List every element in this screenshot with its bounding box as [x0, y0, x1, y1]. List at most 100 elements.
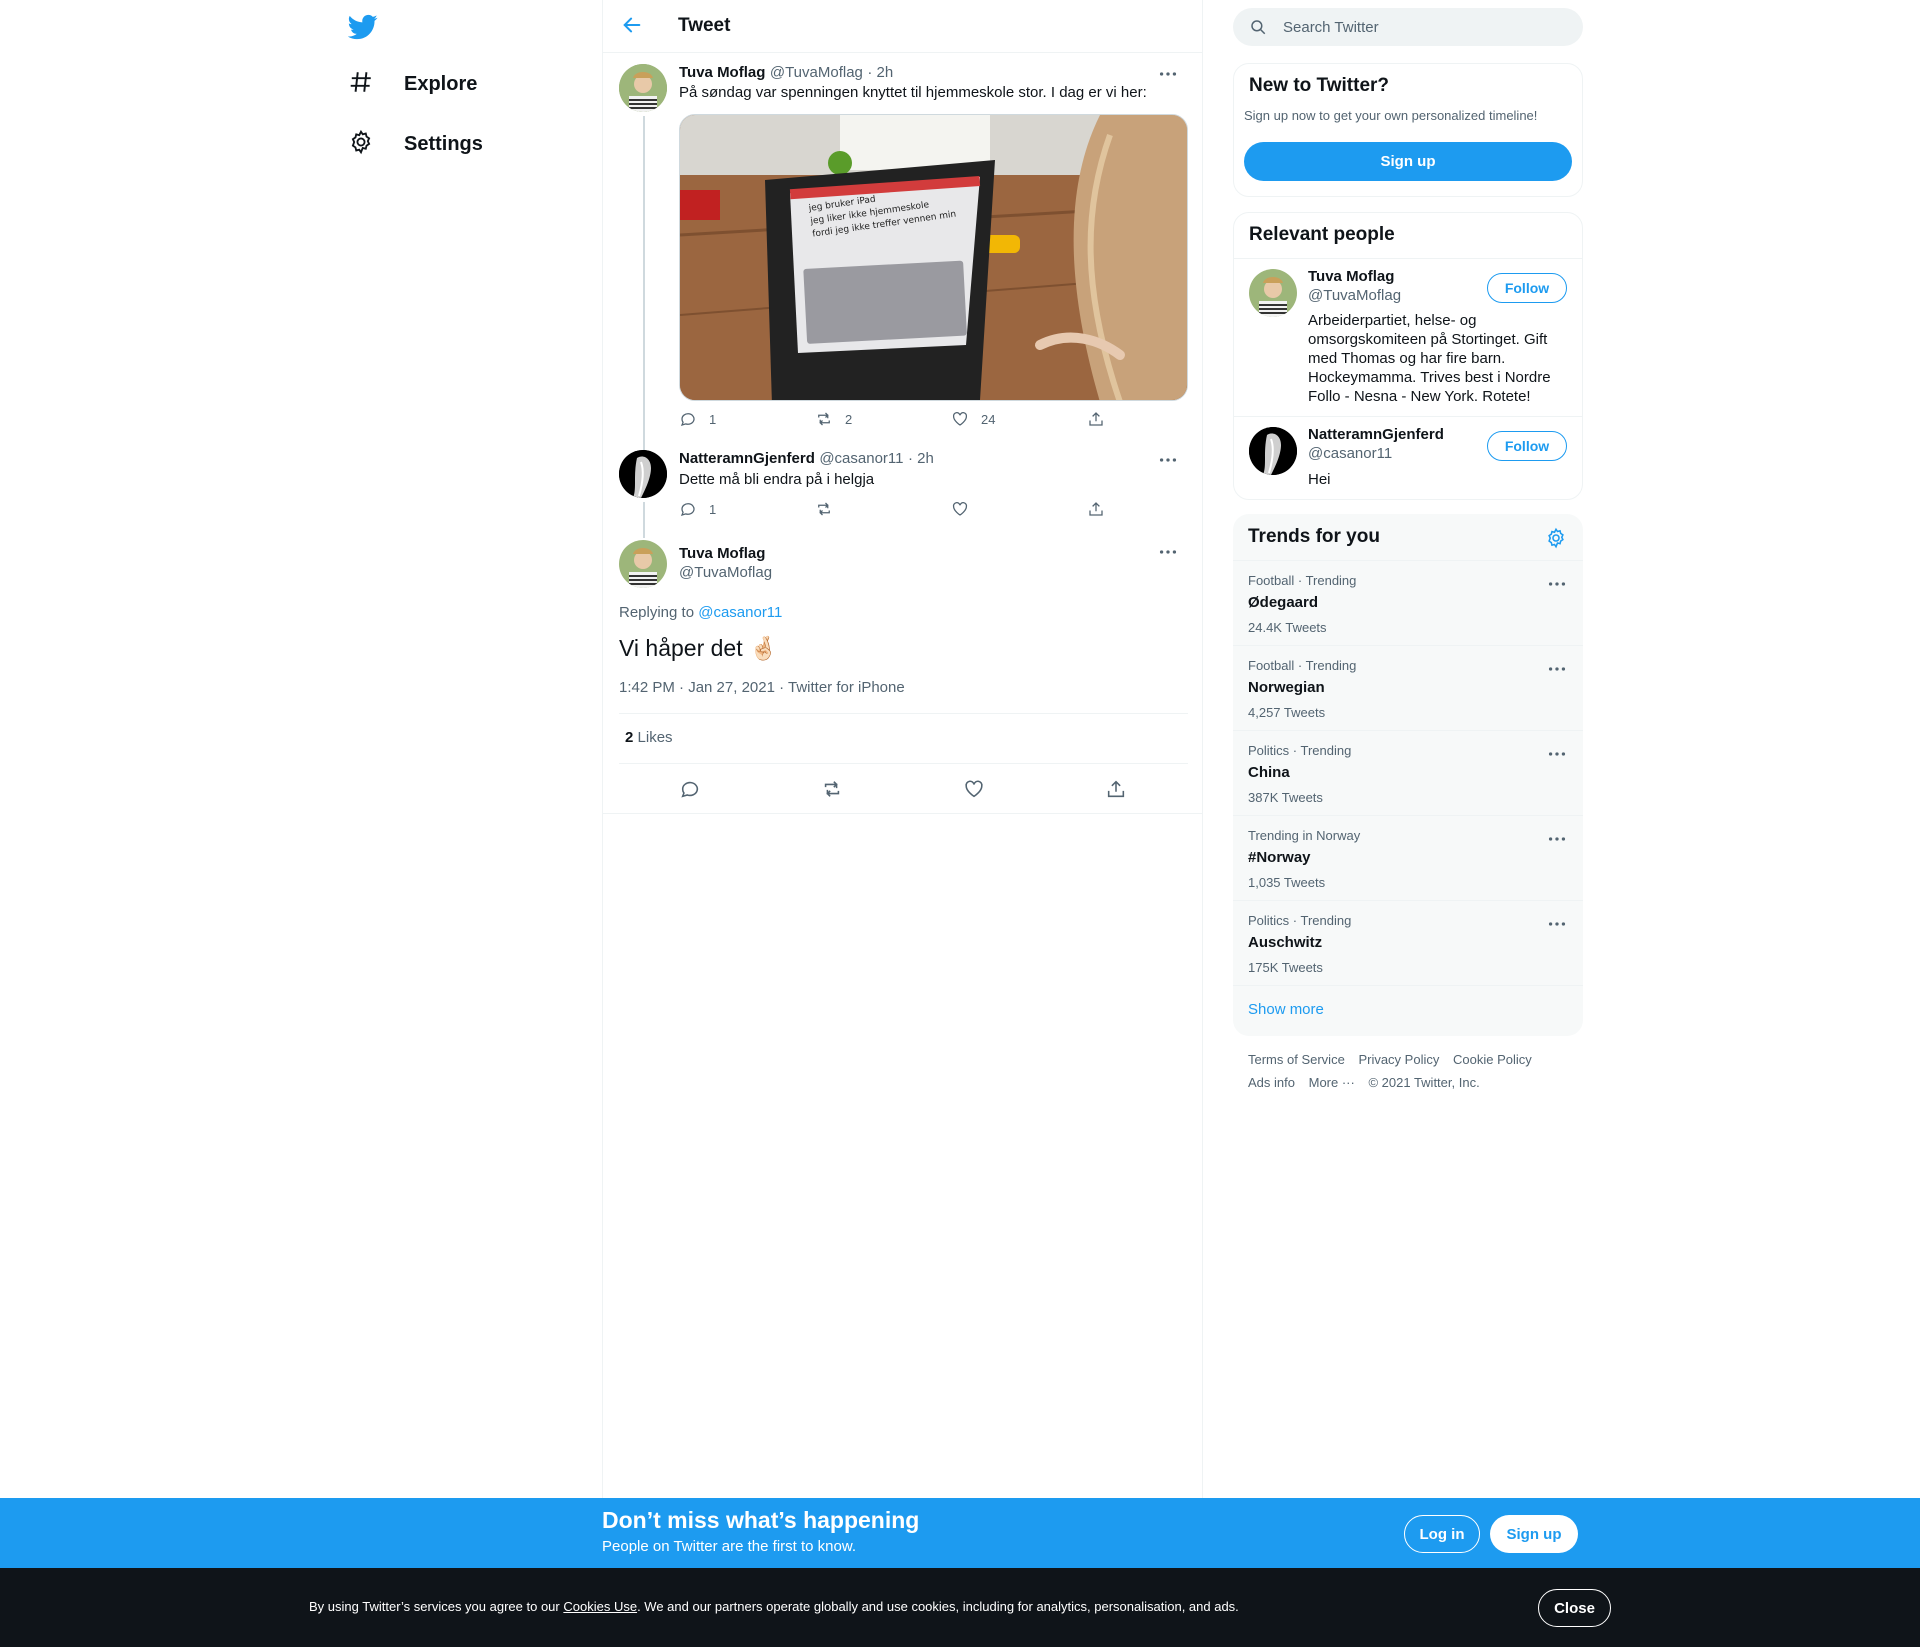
more-options-icon[interactable]	[1546, 743, 1568, 765]
person-handle[interactable]: @TuvaMoflag	[1308, 287, 1401, 304]
avatar[interactable]	[619, 64, 667, 112]
card-subtitle: Sign up now to get your own personalized…	[1244, 108, 1538, 123]
reply-button[interactable]	[679, 778, 713, 800]
thread-tweet-1[interactable]: Tuva Moflag @TuvaMoflag · 2h På søndag v…	[603, 54, 1203, 496]
like-button[interactable]	[951, 500, 981, 518]
author-name[interactable]: Tuva Moflag	[679, 545, 765, 562]
footer-links-row-2: Ads info More ··· © 2021 Twitter, Inc.	[1248, 1075, 1490, 1090]
cookie-text-start: By using Twitter’s services you agree to…	[309, 1599, 564, 1614]
avatar[interactable]	[1249, 427, 1297, 475]
person-row[interactable]: Tuva Moflag @TuvaMoflag Follow Arbeiderp…	[1234, 259, 1582, 429]
thread-tweet-2[interactable]: NatteramnGjenferd @casanor11 · 2h Dette …	[603, 440, 1203, 538]
banner-title: Don’t miss what’s happening	[602, 1507, 920, 1533]
trend-meta: Politics · Trending	[1248, 913, 1352, 928]
author-handle[interactable]: @casanor11	[819, 450, 903, 467]
tweet-time[interactable]: · 2h	[867, 64, 893, 81]
reply-icon	[681, 781, 699, 798]
avatar[interactable]	[619, 450, 667, 498]
trend-item[interactable]: Football · Trending Ødegaard 24.4K Tweet…	[1233, 560, 1583, 645]
search-box[interactable]	[1233, 8, 1583, 46]
avatar[interactable]	[619, 540, 667, 588]
show-more-link[interactable]: Show more	[1233, 985, 1583, 1036]
person-row[interactable]: NatteramnGjenferd @casanor11 Follow Hei	[1234, 417, 1582, 499]
share-button[interactable]	[1087, 410, 1117, 428]
person-handle[interactable]: @casanor11	[1308, 445, 1392, 462]
gear-icon[interactable]	[1545, 527, 1567, 549]
back-arrow-icon[interactable]	[621, 14, 645, 38]
close-button[interactable]: Close	[1538, 1589, 1611, 1627]
author-handle[interactable]: @TuvaMoflag	[679, 564, 772, 581]
heart-icon	[965, 780, 983, 798]
retweet-icon	[824, 781, 840, 797]
banner-subtitle: People on Twitter are the first to know.	[602, 1538, 857, 1555]
tweet-timestamp[interactable]: 1:42 PM · Jan 27, 2021 · Twitter for iPh…	[619, 679, 905, 696]
trend-item[interactable]: Trending in Norway #Norway 1,035 Tweets	[1233, 815, 1583, 900]
reply-button[interactable]: 1	[679, 500, 716, 518]
footer-link[interactable]: More ···	[1309, 1075, 1355, 1090]
footer-link[interactable]: Cookie Policy	[1453, 1052, 1532, 1067]
like-button[interactable]	[963, 778, 997, 800]
retweet-button[interactable]: 2	[815, 410, 852, 428]
cookie-text: By using Twitter’s services you agree to…	[309, 1599, 1239, 1614]
reply-icon	[680, 413, 695, 426]
twitter-bird-icon[interactable]	[348, 12, 388, 42]
gear-icon	[348, 129, 378, 159]
nav-settings[interactable]: Settings	[348, 119, 483, 169]
author-name[interactable]: Tuva Moflag	[679, 64, 765, 81]
like-button[interactable]: 24	[951, 410, 995, 428]
trend-meta: Football · Trending	[1248, 573, 1357, 588]
sign-up-button[interactable]: Sign up	[1244, 142, 1572, 181]
follow-button[interactable]: Follow	[1487, 431, 1567, 461]
footer-link[interactable]: Terms of Service	[1248, 1052, 1345, 1067]
focused-tweet-text: Vi håper det	[619, 635, 743, 661]
sign-up-button[interactable]: Sign up	[1490, 1515, 1578, 1553]
person-name[interactable]: NatteramnGjenferd	[1308, 426, 1444, 443]
person-name[interactable]: Tuva Moflag	[1308, 268, 1394, 285]
trend-item[interactable]: Politics · Trending China 387K Tweets	[1233, 730, 1583, 815]
trend-meta: Football · Trending	[1248, 658, 1357, 673]
trend-item[interactable]: Politics · Trending Auschwitz 175K Tweet…	[1233, 900, 1583, 985]
retweet-icon	[818, 502, 830, 516]
more-options-icon[interactable]	[1157, 541, 1181, 565]
reply-count: 1	[709, 411, 717, 427]
trend-name: #Norway	[1248, 849, 1311, 866]
cookies-use-link[interactable]: Cookies Use	[563, 1599, 637, 1614]
author-name[interactable]: NatteramnGjenferd	[679, 450, 815, 467]
likes-label: Likes	[637, 729, 673, 746]
show-more-label: Show more	[1248, 1001, 1324, 1018]
trend-meta: Politics · Trending	[1248, 743, 1352, 758]
share-button[interactable]	[1105, 778, 1139, 800]
relevant-people-card: Relevant people Tuva Moflag @TuvaMoflag …	[1233, 212, 1583, 500]
fingers-crossed-emoji: 🤞🏻	[749, 635, 778, 661]
tweet-text: På søndag var spenningen knyttet til hje…	[679, 84, 1147, 101]
retweet-button[interactable]	[821, 778, 855, 800]
footer-link[interactable]: Ads info	[1248, 1075, 1295, 1090]
signup-banner: Don’t miss what’s happening People on Tw…	[0, 1498, 1920, 1568]
focused-tweet: Tuva Moflag @TuvaMoflag Replying to @cas…	[603, 532, 1203, 814]
more-options-icon[interactable]	[1546, 573, 1568, 595]
page-header: Tweet	[603, 0, 1203, 53]
more-options-icon[interactable]	[1546, 828, 1568, 850]
reply-button[interactable]: 1	[679, 410, 716, 428]
tweet-time[interactable]: · 2h	[908, 450, 934, 467]
search-input[interactable]	[1283, 8, 1563, 46]
more-options-icon[interactable]	[1546, 913, 1568, 935]
more-options-icon[interactable]	[1157, 449, 1181, 473]
log-in-button[interactable]: Log in	[1404, 1515, 1480, 1553]
trend-item[interactable]: Football · Trending Norwegian 4,257 Twee…	[1233, 645, 1583, 730]
person-bio: Arbeiderpartiet, helse- og omsorgskomite…	[1308, 312, 1551, 405]
trend-name: Auschwitz	[1248, 934, 1323, 951]
nav-explore[interactable]: Explore	[348, 59, 477, 109]
cookie-text-end: . We and our partners operate globally a…	[637, 1599, 1239, 1614]
replying-to-link[interactable]: @casanor11	[698, 604, 782, 621]
likes-stat[interactable]: 2 Likes	[625, 729, 673, 746]
tweet-photo[interactable]: jeg bruker iPad jeg liker ikke hjemmesko…	[679, 114, 1188, 401]
footer-link[interactable]: Privacy Policy	[1358, 1052, 1439, 1067]
retweet-button[interactable]	[815, 500, 845, 518]
share-button[interactable]	[1087, 500, 1117, 518]
trends-card: Trends for you Football · Trending Ødega…	[1233, 514, 1583, 1036]
more-options-icon[interactable]	[1546, 658, 1568, 680]
follow-button[interactable]: Follow	[1487, 273, 1567, 303]
avatar[interactable]	[1249, 269, 1297, 317]
author-handle[interactable]: @TuvaMoflag	[770, 64, 863, 81]
